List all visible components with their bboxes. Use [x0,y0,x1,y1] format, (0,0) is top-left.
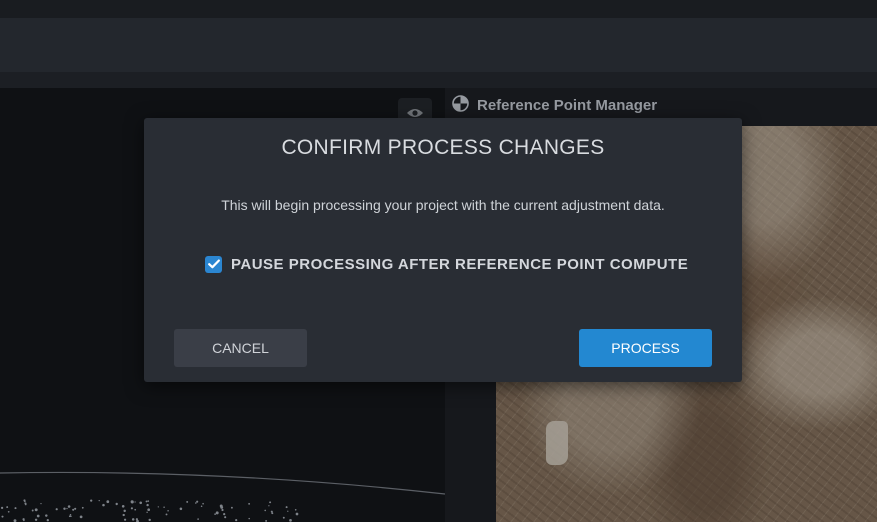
dialog-title: CONFIRM PROCESS CHANGES [281,136,605,159]
dialog-message: This will begin processing your project … [221,197,665,213]
app-window: Reference Point Manager CONFIRM PROCESS … [0,0,877,522]
pause-processing-checkbox[interactable] [205,256,222,273]
checkmark-icon [207,256,220,274]
pause-processing-option[interactable]: PAUSE PROCESSING AFTER REFERENCE POINT C… [205,256,688,273]
cancel-button[interactable]: CANCEL [174,329,307,367]
confirm-dialog: CONFIRM PROCESS CHANGES This will begin … [144,118,742,382]
pause-processing-label[interactable]: PAUSE PROCESSING AFTER REFERENCE POINT C… [231,256,688,273]
process-button[interactable]: PROCESS [579,329,712,367]
